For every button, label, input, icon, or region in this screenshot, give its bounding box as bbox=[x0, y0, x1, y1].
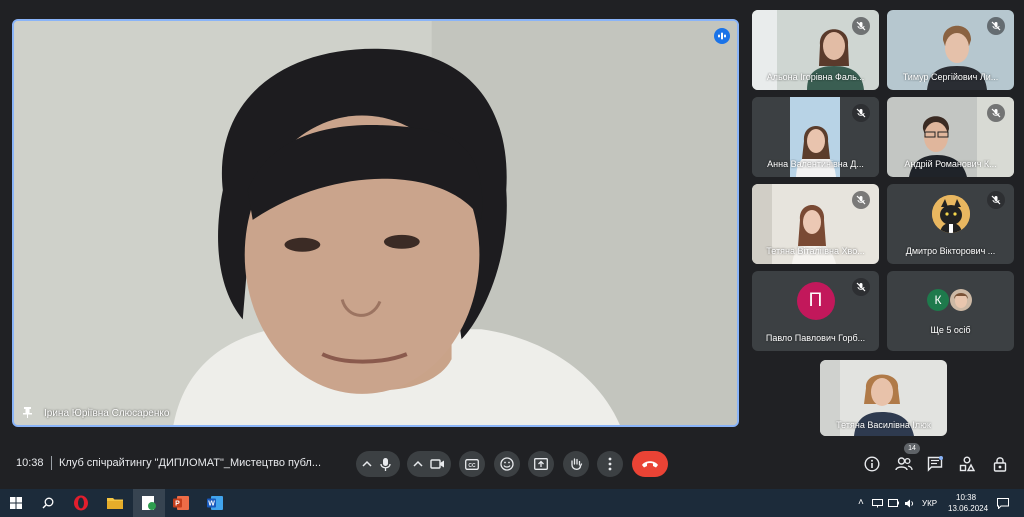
microphone-button[interactable] bbox=[356, 451, 400, 477]
participant-avatar bbox=[931, 195, 970, 234]
captions-button[interactable]: CC bbox=[459, 451, 485, 477]
speaker-video bbox=[14, 21, 737, 425]
svg-text:P: P bbox=[175, 501, 180, 508]
participant-tile[interactable]: П Павло Павлович Горб... bbox=[752, 271, 879, 351]
separator bbox=[51, 456, 52, 470]
more-participants-tile[interactable]: К Ще 5 осіб bbox=[887, 271, 1014, 351]
system-clock-time[interactable]: 10:38 bbox=[956, 493, 976, 502]
speaking-indicator-icon bbox=[714, 28, 730, 44]
host-controls-icon[interactable] bbox=[991, 455, 1009, 473]
svg-text:W: W bbox=[208, 501, 215, 508]
keyboard-language[interactable]: УКР bbox=[922, 499, 937, 508]
participant-count-badge: 14 bbox=[904, 443, 920, 454]
participant-tile[interactable]: Андрій Романович К... bbox=[887, 97, 1014, 177]
avatar-photo bbox=[950, 289, 972, 311]
participant-name: Андрій Романович К... bbox=[904, 159, 997, 169]
tray-chevron-icon[interactable]: ˄ bbox=[858, 497, 864, 508]
reactions-button[interactable] bbox=[494, 451, 520, 477]
meeting-title: Клуб спічрайтингу "ДИПЛОМАТ"_Мистецтво п… bbox=[59, 457, 322, 469]
system-clock-date[interactable]: 13.06.2024 bbox=[948, 504, 988, 513]
chat-icon[interactable] bbox=[926, 455, 944, 473]
meeting-details-icon[interactable] bbox=[863, 455, 881, 473]
participant-tile[interactable]: Дмитро Вікторович ... bbox=[887, 184, 1014, 264]
participant-name: Дмитро Вікторович ... bbox=[905, 246, 996, 256]
more-participants-label: Ще 5 осіб bbox=[930, 325, 971, 335]
participant-tile[interactable]: Тимур Сергійович Ли... bbox=[887, 10, 1014, 90]
activities-icon[interactable] bbox=[958, 455, 976, 473]
svg-text:CC: CC bbox=[468, 462, 476, 468]
participant-tile[interactable]: Альона Ігорівна Фаль... bbox=[752, 10, 879, 90]
windows-start-icon[interactable] bbox=[6, 493, 26, 513]
pin-icon[interactable] bbox=[23, 407, 32, 418]
volume-icon[interactable] bbox=[902, 493, 916, 513]
muted-mic-icon bbox=[987, 17, 1005, 35]
notifications-icon[interactable] bbox=[993, 493, 1013, 513]
raise-hand-button[interactable] bbox=[563, 451, 589, 477]
participant-name: Тетяна Віталіївна Хво... bbox=[766, 246, 865, 256]
avatar-k: К bbox=[927, 289, 949, 311]
muted-mic-icon bbox=[852, 191, 870, 209]
participant-tile[interactable]: Тетяна Віталіївна Хво... bbox=[752, 184, 879, 264]
more-options-button[interactable] bbox=[597, 451, 623, 477]
self-view-tile[interactable]: Тетяна Василівна Ілюк bbox=[820, 360, 947, 436]
participant-tile[interactable]: Анна Валентинівна Д... bbox=[752, 97, 879, 177]
muted-mic-icon bbox=[987, 191, 1005, 209]
muted-mic-icon bbox=[852, 104, 870, 122]
meeting-control-bar: 10:38 Клуб спічрайтингу "ДИПЛОМАТ"_Мисте… bbox=[0, 440, 1024, 488]
leave-call-button[interactable] bbox=[632, 451, 668, 477]
battery-icon[interactable] bbox=[886, 493, 900, 513]
network-icon[interactable] bbox=[870, 493, 884, 513]
muted-mic-icon bbox=[987, 104, 1005, 122]
file-explorer-icon[interactable] bbox=[105, 493, 125, 513]
people-icon[interactable] bbox=[895, 455, 913, 473]
participant-name: Павло Павлович Горб... bbox=[765, 333, 866, 343]
meet-app-icon[interactable] bbox=[139, 493, 159, 513]
self-view-name: Тетяна Василівна Ілюк bbox=[836, 420, 931, 430]
participant-name: Тимур Сергійович Ли... bbox=[902, 72, 999, 82]
windows-taskbar: P W ˄ УКР 10:38 13.06.2024 bbox=[0, 489, 1024, 517]
muted-mic-icon bbox=[852, 278, 870, 296]
search-icon[interactable] bbox=[38, 493, 58, 513]
powerpoint-icon[interactable]: P bbox=[171, 493, 191, 513]
present-screen-button[interactable] bbox=[528, 451, 554, 477]
participant-name: Анна Валентинівна Д... bbox=[767, 159, 864, 169]
participant-name: Альона Ігорівна Фаль... bbox=[766, 72, 865, 82]
camera-button[interactable] bbox=[407, 451, 451, 477]
muted-mic-icon bbox=[852, 17, 870, 35]
main-speaker-tile[interactable]: Ірина Юріївна Слюсаренко bbox=[12, 19, 739, 427]
opera-icon[interactable] bbox=[71, 493, 91, 513]
participant-avatar: П bbox=[796, 282, 835, 321]
main-speaker-name: Ірина Юріївна Слюсаренко bbox=[44, 408, 170, 419]
meeting-clock: 10:38 bbox=[16, 457, 44, 469]
word-icon[interactable]: W bbox=[205, 493, 225, 513]
